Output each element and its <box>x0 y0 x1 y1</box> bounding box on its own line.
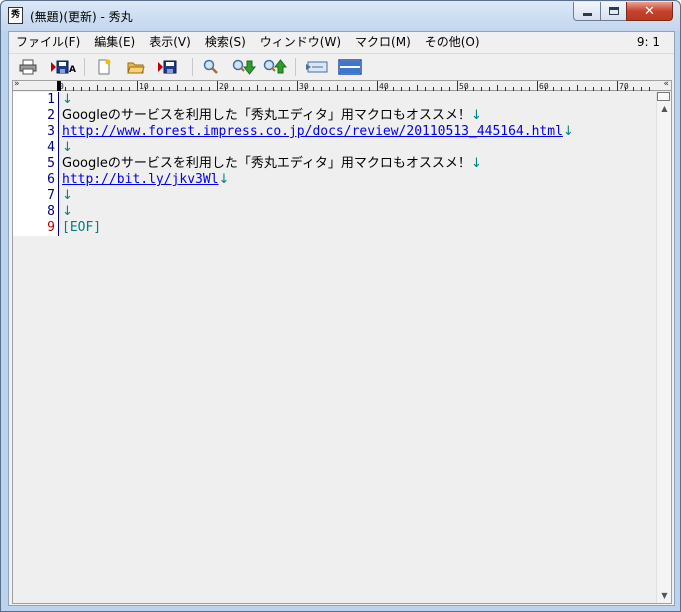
open-folder-icon <box>127 62 145 74</box>
close-icon: ✕ <box>644 3 655 19</box>
newline-mark-icon: ↓ <box>470 156 482 171</box>
search-up-icon <box>263 59 287 74</box>
close-button[interactable]: ✕ <box>626 2 673 21</box>
ruler-tick-label: 70 <box>619 82 629 91</box>
toolbar-separator <box>295 58 296 76</box>
text-line[interactable]: ↓ <box>62 140 655 156</box>
line-number[interactable]: 9 <box>13 220 59 236</box>
search-button[interactable] <box>200 57 222 77</box>
ruler-tick-label: 50 <box>459 82 469 91</box>
menu-view[interactable]: 表示(V) <box>142 32 198 52</box>
line-text: Googleのサービスを利用した「秀丸エディタ」用マクロもオススメ！ <box>62 108 471 123</box>
menu-search[interactable]: 検索(S) <box>198 32 253 52</box>
minimize-button[interactable] <box>573 2 601 21</box>
ruler-scale: 0 10 20 30 40 50 60 70 <box>57 81 650 91</box>
maximize-icon <box>608 7 619 15</box>
url-link[interactable]: http://www.forest.impress.co.jp/docs/rev… <box>62 124 563 139</box>
save-as-icon: A <box>51 60 76 75</box>
save-icon <box>158 60 177 74</box>
new-file-icon <box>98 59 111 75</box>
split-box[interactable] <box>657 92 670 101</box>
text-line[interactable]: Googleのサービスを利用した「秀丸エディタ」用マクロもオススメ！↓ <box>62 108 655 124</box>
text-line[interactable]: Googleのサービスを利用した「秀丸エディタ」用マクロもオススメ！↓ <box>62 156 655 172</box>
ruler-wrap-marker[interactable]: « <box>663 79 669 89</box>
ruler-tick-label: 20 <box>219 82 229 91</box>
vertical-scrollbar[interactable]: ▲ ▼ <box>656 92 671 603</box>
save-button[interactable] <box>157 57 179 77</box>
menu-edit[interactable]: 編集(E) <box>87 32 142 52</box>
print-icon <box>19 59 37 75</box>
jump-button[interactable] <box>304 57 330 77</box>
line-number[interactable]: 8 <box>13 204 59 220</box>
line-number[interactable]: 6 <box>13 172 59 188</box>
line-number[interactable]: 2 <box>13 108 59 124</box>
menu-other[interactable]: その他(O) <box>418 32 487 52</box>
search-icon <box>203 59 218 74</box>
column-ruler: » 0 10 20 30 40 50 60 70 « <box>13 79 671 91</box>
line-number[interactable]: 3 <box>13 124 59 140</box>
ruler-tick-label: 30 <box>299 82 309 91</box>
jump-icon <box>306 61 328 73</box>
title-bar[interactable]: 秀 (無題)(更新) - 秀丸 ✕ <box>1 1 680 31</box>
newline-mark-icon: ↓ <box>218 172 230 187</box>
line-number[interactable]: 5 <box>13 156 59 172</box>
minimize-icon <box>582 12 592 16</box>
ruler-tick-label: 10 <box>139 82 149 91</box>
ruler-corner-marker[interactable]: » <box>14 79 20 89</box>
editor-pane[interactable]: » 0 10 20 30 40 50 60 70 « 123456789 ↓ Googleのサー… <box>12 79 672 604</box>
toolbar-separator <box>192 58 193 76</box>
client-area: ファイル(F) 編集(E) 表示(V) 検索(S) ウィンドウ(W) マクロ(M… <box>8 31 675 606</box>
text-line[interactable]: [EOF] <box>62 220 655 236</box>
editor-window: 秀 (無題)(更新) - 秀丸 ✕ ファイル(F) 編集(E) 表示(V) 検索… <box>0 0 681 612</box>
text-line[interactable]: http://www.forest.impress.co.jp/docs/rev… <box>62 124 655 140</box>
ruler-tick-label: 40 <box>379 82 389 91</box>
print-button[interactable] <box>17 57 39 77</box>
menu-macro[interactable]: マクロ(M) <box>348 32 418 52</box>
menu-bar: ファイル(F) 編集(E) 表示(V) 検索(S) ウィンドウ(W) マクロ(M… <box>9 32 674 52</box>
ruler-tick-label: 60 <box>539 82 549 91</box>
toolbar-separator <box>84 58 85 76</box>
scroll-up-arrow-icon[interactable]: ▲ <box>657 101 672 116</box>
newline-mark-icon: ↓ <box>562 124 574 139</box>
toolbar: A <box>9 53 674 79</box>
menu-window[interactable]: ウィンドウ(W) <box>253 32 348 52</box>
menu-file[interactable]: ファイル(F) <box>9 32 87 52</box>
newline-mark-icon: ↓ <box>62 140 73 155</box>
cursor-position: 9: 1 <box>636 35 660 49</box>
split-window-icon <box>338 59 362 75</box>
svg-text:A: A <box>69 65 76 75</box>
window-title: (無題)(更新) - 秀丸 <box>30 10 133 24</box>
newline-mark-icon: ↓ <box>62 92 73 107</box>
line-text: Googleのサービスを利用した「秀丸エディタ」用マクロもオススメ！ <box>62 156 471 171</box>
search-up-button[interactable] <box>262 57 288 77</box>
line-number[interactable]: 4 <box>13 140 59 156</box>
line-number[interactable]: 7 <box>13 188 59 204</box>
newline-mark-icon: ↓ <box>62 188 73 203</box>
gutter-divider <box>58 92 59 236</box>
scroll-down-arrow-icon[interactable]: ▼ <box>657 588 672 603</box>
hidemaru-app-icon[interactable]: 秀 <box>8 7 23 24</box>
save-as-button[interactable]: A <box>49 57 77 77</box>
maximize-button[interactable] <box>600 2 627 21</box>
newline-mark-icon: ↓ <box>470 108 482 123</box>
line-number[interactable]: 1 <box>13 92 59 108</box>
text-line[interactable]: ↓ <box>62 204 655 220</box>
line-number-gutter[interactable]: 123456789 <box>13 92 59 236</box>
url-link[interactable]: http://bit.ly/jkv3Wl <box>62 172 219 187</box>
text-line[interactable]: http://bit.ly/jkv3Wl↓ <box>62 172 655 188</box>
text-area[interactable]: ↓ Googleのサービスを利用した「秀丸エディタ」用マクロもオススメ！↓ http… <box>62 92 655 603</box>
eof-marker: [EOF] <box>62 220 102 235</box>
newline-mark-icon: ↓ <box>62 204 73 219</box>
split-window-button[interactable] <box>337 57 363 77</box>
search-down-button[interactable] <box>231 57 257 77</box>
text-line[interactable]: ↓ <box>62 188 655 204</box>
ruler-cursor-marker <box>57 81 61 91</box>
new-file-button[interactable] <box>93 57 115 77</box>
text-line[interactable]: ↓ <box>62 92 655 108</box>
search-down-icon <box>232 59 256 75</box>
open-button[interactable] <box>125 57 147 77</box>
